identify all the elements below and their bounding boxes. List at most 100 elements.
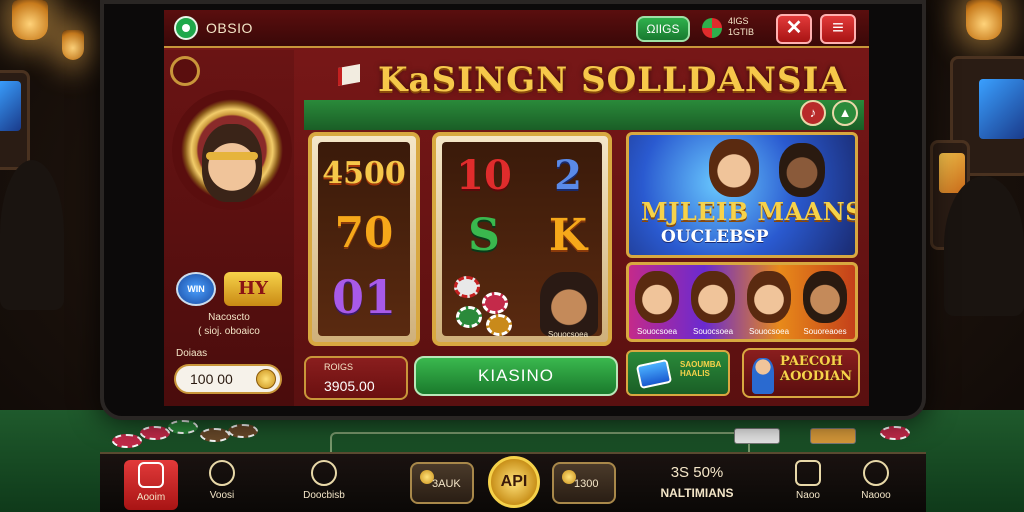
user-icon xyxy=(209,460,235,486)
reel-symbol: 10 xyxy=(456,152,512,199)
price-value: 3905.00 xyxy=(324,378,375,394)
poker-chip xyxy=(140,426,170,440)
clock-icon xyxy=(170,56,200,86)
featured-game-card[interactable]: MJLEIB MAANS OUCLEBSP xyxy=(626,132,858,258)
nav-user-label: Voosi xyxy=(209,490,235,501)
reel-symbol: K xyxy=(548,210,588,261)
nav-clock-label: Naooo xyxy=(861,490,891,501)
status-text: 4IGS 1GTIB xyxy=(728,16,755,37)
left-subcaption: ( sioj. oboaico xyxy=(198,326,260,337)
card-stack xyxy=(734,428,780,444)
nav-news-label: Naoo xyxy=(796,490,820,501)
coin-icon[interactable] xyxy=(256,369,276,389)
bank-button[interactable]: 3AUK xyxy=(410,462,474,504)
slot-reel-1[interactable]: 4500 70 01 xyxy=(308,132,420,346)
figure-icon xyxy=(752,358,774,394)
promo-badge-card[interactable]: PAECOH AOODIAN xyxy=(742,348,860,398)
kasino-play-button[interactable]: KIASINO xyxy=(414,356,618,396)
background-person xyxy=(944,176,1024,316)
character-label: Souocsoea xyxy=(748,327,790,336)
hy-badge[interactable]: HY xyxy=(224,272,282,306)
bet-label: Doiaas xyxy=(176,348,208,359)
bet-amount-input[interactable]: 100 00 xyxy=(174,364,282,394)
reel-symbol: S xyxy=(468,210,500,261)
reel-window: 10 S 2 K Souocsoea xyxy=(442,142,602,339)
poker-chip xyxy=(228,424,258,438)
clock-icon xyxy=(863,460,889,486)
poker-chip xyxy=(880,426,910,440)
title-banner: KaSINGN SOLLDANSIA ♪ ▲ xyxy=(304,50,864,130)
background-lamp xyxy=(12,0,48,40)
nav-news[interactable]: Naoo xyxy=(778,460,838,510)
close-button[interactable]: ✕ xyxy=(776,14,812,44)
featured-game-title: MJLEIB MAANS xyxy=(641,197,858,226)
card-stack xyxy=(810,428,856,444)
status-icon xyxy=(702,18,722,38)
slot-caption: Souocsoea xyxy=(547,330,589,339)
bonus-ticket-card[interactable]: SAOUMBA HAALIS xyxy=(626,350,730,396)
nav-home-label: Aooim xyxy=(136,492,166,503)
hero-avatar xyxy=(202,124,262,202)
slot-reel-2[interactable]: 10 S 2 K Souocsoea xyxy=(432,132,612,346)
nav-dashboard[interactable]: Doocbisb xyxy=(294,460,354,510)
reel-symbol: 01 xyxy=(331,270,396,324)
reel-window: 4500 70 01 xyxy=(318,142,410,336)
ticket-icon xyxy=(635,358,673,390)
nav-clock[interactable]: Naooo xyxy=(846,460,906,510)
background-lamp xyxy=(62,30,84,60)
balance-pill-button[interactable]: ΩIIGS xyxy=(636,16,690,42)
nav-home[interactable]: Aooim xyxy=(124,460,178,510)
character-label: Souocsoea xyxy=(692,327,734,336)
nav-user[interactable]: Voosi xyxy=(192,460,252,510)
poker-chip xyxy=(112,434,142,448)
dashboard-icon xyxy=(311,460,337,486)
api-button[interactable]: API xyxy=(488,456,540,508)
logo-icon xyxy=(174,16,198,40)
background-slot-machine xyxy=(0,70,30,170)
chip-stack-icon xyxy=(454,276,480,298)
credits-button[interactable]: 1300 xyxy=(552,462,616,504)
hero-medallion xyxy=(172,90,292,210)
characters-game-card[interactable]: Souocsoea Souocsoea Souocsoea Souoreaoes xyxy=(626,262,858,342)
hero-headband xyxy=(206,152,258,160)
character-label: Souoreaoes xyxy=(803,327,847,336)
background-lamp xyxy=(966,0,1002,40)
app-logo-text: OBSIO xyxy=(206,20,253,36)
promo-badge-text: PAECOH AOODIAN xyxy=(780,354,853,384)
nav-dashboard-label: Doocbisb xyxy=(303,490,345,501)
sound-button[interactable]: ♪ xyxy=(800,100,826,126)
featured-game-subtitle: OUCLEBSP xyxy=(661,227,769,247)
app-screen: OBSIO ΩIIGS 4IGS 1GTIB ✕ ≡ WIN HY Nacosc… xyxy=(164,10,869,406)
bet-amount-value: 100 00 xyxy=(190,371,233,387)
bottom-nav-bar: Aooim Voosi Doocbisb 3AUK API 1300 3S 50… xyxy=(100,452,926,512)
character-portrait xyxy=(635,271,679,323)
character-portrait xyxy=(709,139,759,197)
credits-button-label: 1300 xyxy=(574,478,599,490)
win-rate-stat: 3S 50% xyxy=(670,464,724,481)
character-portrait xyxy=(803,271,847,323)
menu-button[interactable]: ≡ xyxy=(820,14,856,44)
flag-icon xyxy=(338,64,360,86)
reel-symbol: 70 xyxy=(334,208,394,257)
character-portrait xyxy=(747,271,791,323)
character-label: Souocsoea xyxy=(636,327,678,336)
top-bar: OBSIO ΩIIGS 4IGS 1GTIB ✕ ≡ xyxy=(164,10,869,48)
chip-stack-icon xyxy=(482,292,508,314)
price-box: ROIGS 3905.00 xyxy=(304,356,408,400)
poker-chip xyxy=(168,420,198,434)
left-panel: WIN HY Nacoscto ( sioj. oboaico Doiaas 1… xyxy=(164,50,294,406)
thumbs-up-button[interactable]: ▲ xyxy=(832,100,858,126)
chip-stack-icon xyxy=(486,314,512,336)
win-rate-label: NALTIMIANS xyxy=(660,486,734,500)
news-icon xyxy=(795,460,821,486)
character-portrait xyxy=(691,271,735,323)
reel-symbol: 4500 xyxy=(322,156,406,191)
price-label: ROIGS xyxy=(324,362,354,372)
page-title: KaSINGN SOLLDANSIA xyxy=(378,60,847,100)
background-person xyxy=(0,160,64,310)
home-icon xyxy=(138,462,164,488)
left-caption: Nacoscto xyxy=(208,312,250,323)
win-badge[interactable]: WIN xyxy=(176,272,216,306)
bonus-ticket-text: SAOUMBA HAALIS xyxy=(680,360,722,378)
tablet-device: OBSIO ΩIIGS 4IGS 1GTIB ✕ ≡ WIN HY Nacosc… xyxy=(100,0,926,420)
